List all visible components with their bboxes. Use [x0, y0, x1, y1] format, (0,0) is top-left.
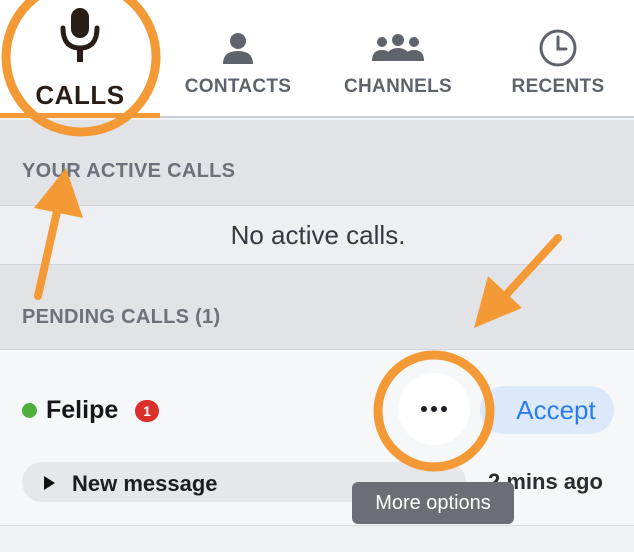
message-label: New message: [72, 471, 218, 496]
person-icon: [221, 30, 255, 66]
more-dots-icon: [421, 406, 427, 412]
active-calls-header-label: YOUR ACTIVE CALLS: [22, 160, 236, 182]
accept-button[interactable]: Accept: [480, 386, 614, 434]
active-calls-empty-state: No active calls.: [0, 206, 634, 264]
tab-contacts[interactable]: CONTACTS: [164, 0, 312, 116]
tab-bar: CALLS CONTACTS CHANNELS RECENTS: [0, 0, 634, 118]
caller-name: Felipe: [46, 396, 119, 424]
online-status-dot: [22, 403, 37, 418]
more-options-button[interactable]: [398, 373, 470, 445]
more-options-tooltip: More options: [352, 482, 514, 524]
microphone-icon: [57, 4, 103, 66]
tab-calls-label: CALLS: [35, 80, 125, 110]
more-dots-icon: [441, 406, 447, 412]
tab-channels-label: CHANNELS: [344, 76, 452, 97]
tab-calls[interactable]: CALLS: [6, 0, 154, 116]
play-icon[interactable]: [44, 476, 55, 490]
tab-recents[interactable]: RECENTS: [484, 0, 632, 116]
clock-icon: [538, 29, 578, 67]
pending-calls-header: PENDING CALLS (1): [0, 264, 634, 350]
active-tab-indicator: [0, 113, 160, 118]
more-dots-icon: [431, 406, 437, 412]
pending-calls-header-label: PENDING CALLS (1): [22, 306, 221, 328]
tab-channels[interactable]: CHANNELS: [324, 0, 472, 116]
unread-badge: 1: [135, 400, 159, 422]
empty-state-text: No active calls.: [230, 219, 406, 250]
tab-contacts-label: CONTACTS: [184, 76, 292, 97]
tab-recents-label: RECENTS: [511, 76, 605, 97]
active-calls-header: YOUR ACTIVE CALLS: [0, 120, 634, 206]
group-icon: [372, 30, 424, 66]
